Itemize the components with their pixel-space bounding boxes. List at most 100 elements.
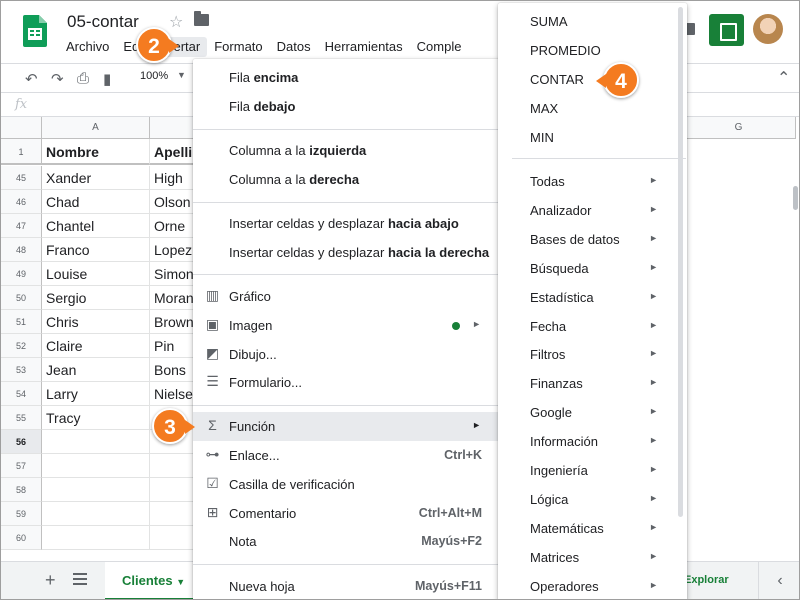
column-header-a[interactable]: A xyxy=(42,117,150,139)
function-category-item[interactable]: Matrices ► xyxy=(498,543,687,572)
menu-herramientas[interactable]: Herramientas xyxy=(318,37,410,57)
insert-note[interactable]: Nota Mayús+F2 xyxy=(193,527,507,556)
star-icon[interactable]: ☆ xyxy=(169,12,183,32)
grid-scrollbar-thumb[interactable] xyxy=(793,186,798,210)
function-category-item[interactable]: Búsqueda ► xyxy=(498,254,687,283)
function-category-item[interactable]: Filtros ► xyxy=(498,340,687,369)
table-cell[interactable]: Claire xyxy=(42,334,150,358)
scrollbar-thumb[interactable] xyxy=(678,7,683,517)
function-category-item[interactable]: Fecha ► xyxy=(498,312,687,341)
row-header[interactable]: 55 xyxy=(1,406,42,430)
function-item-min[interactable]: MIN xyxy=(498,123,687,152)
insert-cells-shift-right[interactable]: Insertar celdas y desplazar hacia la der… xyxy=(193,238,507,267)
table-cell[interactable] xyxy=(42,478,150,502)
function-item-contar[interactable]: CONTAR xyxy=(498,65,687,94)
sheets-logo-icon[interactable] xyxy=(23,15,47,47)
insert-column-left[interactable]: Columna a la izquierda xyxy=(193,136,507,165)
table-cell[interactable] xyxy=(42,502,150,526)
table-cell[interactable] xyxy=(42,430,150,454)
table-cell[interactable]: Chad xyxy=(42,190,150,214)
function-category-item[interactable]: Bases de datos ► xyxy=(498,225,687,254)
function-category-item[interactable]: Lógica ► xyxy=(498,485,687,514)
zoom-select[interactable]: 100% xyxy=(140,70,168,82)
row-header[interactable]: 47 xyxy=(1,214,42,238)
function-category-item[interactable]: Finanzas ► xyxy=(498,369,687,398)
row-header[interactable]: 58 xyxy=(1,478,42,502)
table-cell[interactable]: Sergio xyxy=(42,286,150,310)
undo-icon[interactable]: ↶ xyxy=(25,70,38,88)
row-header[interactable]: 51 xyxy=(1,310,42,334)
row-header[interactable]: 56 xyxy=(1,430,42,454)
corner-cell[interactable] xyxy=(1,117,42,139)
table-cell[interactable]: Chris xyxy=(42,310,150,334)
column-header-g[interactable]: G xyxy=(681,117,796,139)
print-icon[interactable]: ⎙ xyxy=(77,70,89,87)
insert-image[interactable]: ▣ Imagen ► xyxy=(193,311,507,340)
insert-row-above[interactable]: Fila encima xyxy=(193,63,507,92)
collapse-toolbar-icon[interactable]: ⌃ xyxy=(777,68,790,88)
menu-item-label: Filtros xyxy=(530,347,566,363)
function-category-item[interactable]: Información ► xyxy=(498,427,687,456)
row-header[interactable]: 54 xyxy=(1,382,42,406)
row-header[interactable]: 53 xyxy=(1,358,42,382)
insert-cells-shift-down[interactable]: Insertar celdas y desplazar hacia abajo xyxy=(193,209,507,238)
row-header[interactable]: 50 xyxy=(1,286,42,310)
row-header[interactable]: 1 xyxy=(1,139,42,165)
row-header[interactable]: 48 xyxy=(1,238,42,262)
table-cell[interactable]: Jean xyxy=(42,358,150,382)
side-panel-toggle-icon[interactable]: ‹ xyxy=(758,562,799,599)
function-category-item[interactable]: Ingeniería ► xyxy=(498,456,687,485)
table-cell[interactable]: Larry xyxy=(42,382,150,406)
function-item-suma[interactable]: SUMA xyxy=(498,7,687,36)
document-title[interactable]: 05-contar xyxy=(67,12,139,32)
table-cell[interactable]: Xander xyxy=(42,166,150,190)
insert-link[interactable]: ⊶ Enlace... Ctrl+K xyxy=(193,441,507,470)
menu-formato[interactable]: Formato xyxy=(207,37,269,57)
row-header[interactable]: 60 xyxy=(1,526,42,550)
function-item-promedio[interactable]: PROMEDIO xyxy=(498,36,687,65)
insert-function[interactable]: Σ Función ► xyxy=(193,412,507,441)
table-cell[interactable] xyxy=(42,526,150,550)
row-header[interactable]: 49 xyxy=(1,262,42,286)
insert-row-below[interactable]: Fila debajo xyxy=(193,92,507,121)
function-item-max[interactable]: MAX xyxy=(498,94,687,123)
table-cell[interactable]: Franco xyxy=(42,238,150,262)
table-cell[interactable] xyxy=(42,454,150,478)
sheet-tab[interactable]: Clientes ▼ xyxy=(105,562,201,599)
row-header[interactable]: 57 xyxy=(1,454,42,478)
menu-complementos[interactable]: Comple xyxy=(410,37,469,57)
redo-icon[interactable]: ↷ xyxy=(51,70,64,88)
function-category-item[interactable]: Operadores ► xyxy=(498,572,687,599)
function-category-item[interactable]: Estadística ► xyxy=(498,283,687,312)
row-header[interactable]: 59 xyxy=(1,502,42,526)
function-category-item[interactable]: Google ► xyxy=(498,398,687,427)
function-category-item[interactable]: Analizador ► xyxy=(498,196,687,225)
paint-format-icon[interactable]: ▮ xyxy=(103,70,111,88)
menu-item-label: Fila debajo xyxy=(229,99,295,114)
insert-drawing[interactable]: ◩ Dibujo... xyxy=(193,340,507,369)
all-sheets-icon[interactable] xyxy=(73,573,87,585)
insert-form[interactable]: ☰ Formulario... xyxy=(193,368,507,397)
present-button[interactable] xyxy=(709,14,744,46)
avatar[interactable] xyxy=(753,14,783,44)
insert-chart[interactable]: ▥ Gráfico xyxy=(193,282,507,311)
row-header[interactable]: 45 xyxy=(1,166,42,190)
function-category-item[interactable]: Matemáticas ► xyxy=(498,514,687,543)
row-header[interactable]: 52 xyxy=(1,334,42,358)
insert-checkbox[interactable]: ☑ Casilla de verificación xyxy=(193,470,507,499)
menu-archivo[interactable]: Archivo xyxy=(59,37,116,57)
row-header[interactable]: 46 xyxy=(1,190,42,214)
explore-button[interactable]: Explorar xyxy=(684,574,729,586)
table-cell[interactable]: Nombre xyxy=(42,139,150,165)
insert-comment[interactable]: ⊞ Comentario Ctrl+Alt+M xyxy=(193,499,507,528)
menu-datos[interactable]: Datos xyxy=(270,37,318,57)
insert-column-right[interactable]: Columna a la derecha xyxy=(193,165,507,194)
chevron-down-icon[interactable]: ▼ xyxy=(177,70,186,80)
folder-icon[interactable] xyxy=(194,11,209,26)
insert-new-sheet[interactable]: Nueva hoja Mayús+F11 xyxy=(193,572,507,599)
table-cell[interactable]: Chantel xyxy=(42,214,150,238)
table-cell[interactable]: Louise xyxy=(42,262,150,286)
table-cell[interactable]: Tracy xyxy=(42,406,150,430)
add-sheet-icon[interactable]: + xyxy=(45,570,56,591)
function-category-item[interactable]: Todas ► xyxy=(498,167,687,196)
